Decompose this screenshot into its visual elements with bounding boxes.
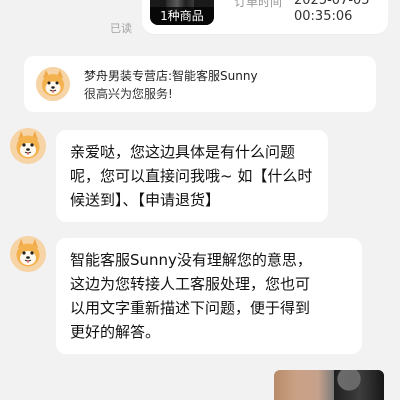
shiba-dog-avatar-icon <box>36 67 70 101</box>
order-time: 00:35:06 <box>294 9 353 24</box>
message-line: 以用文字重新描述下问题，便于得到 <box>70 299 311 317</box>
message-line: 智能客服Sunny没有理解您的意思， <box>70 251 312 269</box>
shiba-dog-avatar-icon <box>10 236 46 272</box>
read-status: 已读 <box>110 22 132 35</box>
message-line: 这边为您转接人工客服处理，您也可 <box>70 275 311 293</box>
store-name: 梦舟男装专营店:智能客服Sunny <box>84 69 258 83</box>
message-line: 呢，您可以直接问我哦~ 如【什么时 <box>70 167 313 185</box>
store-greeting: 很高兴为您服务! <box>84 87 173 101</box>
product-thumbnail[interactable]: 1种商品 <box>150 0 214 25</box>
chat-message-bubble: 智能客服Sunny没有理解您的意思， 这边为您转接人工客服处理，您也可 以用文字… <box>56 238 362 354</box>
shiba-dog-avatar-icon <box>10 128 46 164</box>
photo-content <box>334 370 384 400</box>
store-header-card[interactable]: 梦舟男装专营店:智能客服Sunny 很高兴为您服务! <box>24 56 376 112</box>
message-line: 亲爱哒，您这边具体是有什么问题 <box>70 143 296 161</box>
order-time-label: 订单时间 <box>234 0 283 9</box>
image-preview[interactable] <box>274 370 384 400</box>
order-date: 2025-07-05 <box>294 0 370 8</box>
product-count-label: 1种商品 <box>150 7 214 25</box>
chat-message-bubble: 亲爱哒，您这边具体是有什么问题 呢，您可以直接问我哦~ 如【什么时 候送到】、【… <box>56 130 328 222</box>
message-line: 候送到】、【申请退货】 <box>70 191 221 209</box>
message-line: 更好的解答。 <box>70 323 161 341</box>
